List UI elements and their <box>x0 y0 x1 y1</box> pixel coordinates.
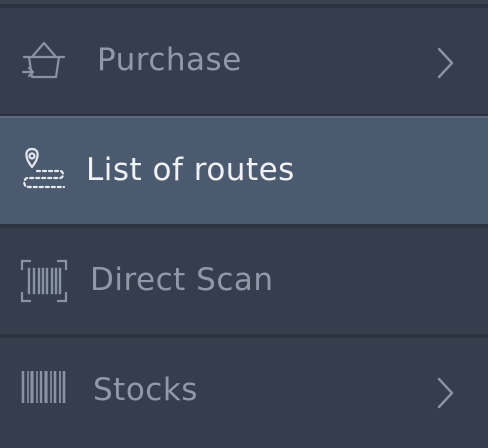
chevron-right-icon <box>436 376 456 410</box>
menu-item-stocks[interactable]: Stocks <box>0 338 488 448</box>
barcode-scan-icon <box>20 257 68 305</box>
side-menu: Purchase List of routes Direct Scan Stoc… <box>0 0 488 448</box>
menu-item-direct-scan[interactable]: Direct Scan <box>0 228 488 334</box>
barcode-icon <box>20 369 68 417</box>
menu-item-label: Stocks <box>93 372 198 408</box>
basket-icon <box>20 37 68 85</box>
menu-item-list-of-routes[interactable]: List of routes <box>0 116 488 224</box>
menu-item-purchase[interactable]: Purchase <box>0 8 488 114</box>
route-pin-icon <box>20 145 68 193</box>
chevron-right-icon <box>436 46 456 80</box>
menu-item-label: List of routes <box>86 152 295 188</box>
menu-top-edge <box>0 0 488 4</box>
menu-item-label: Direct Scan <box>90 262 274 298</box>
menu-item-label: Purchase <box>97 42 242 78</box>
